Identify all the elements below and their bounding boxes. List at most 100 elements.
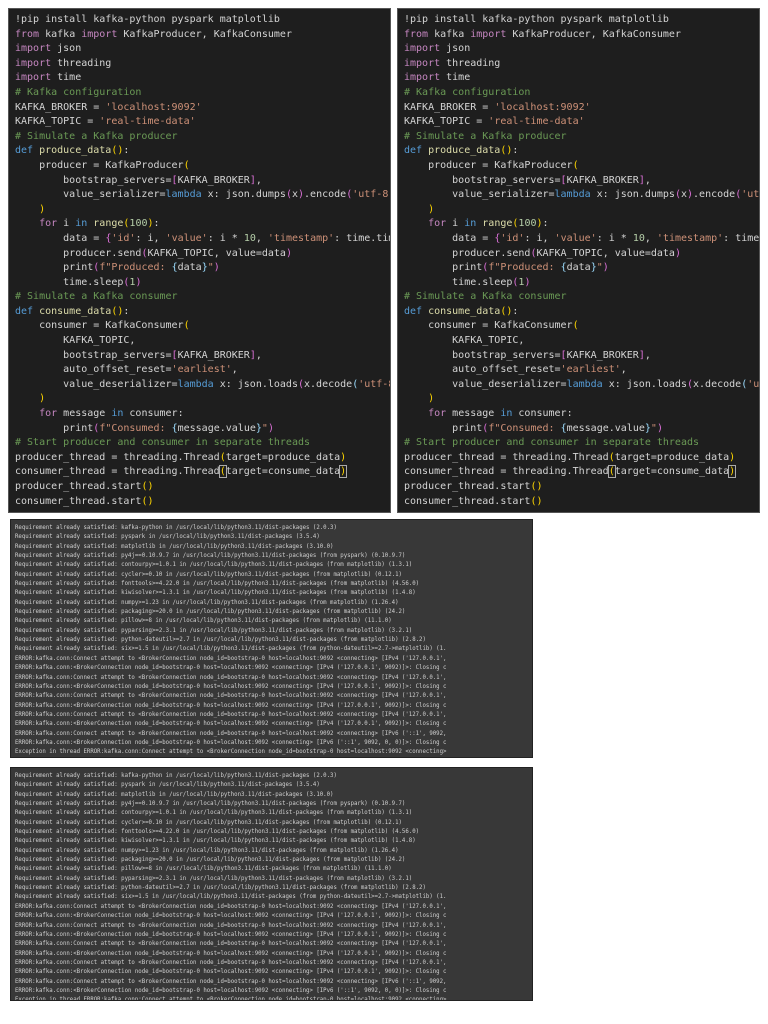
code-line: import time xyxy=(404,71,759,86)
code-cell-2[interactable]: !pip install kafka-python pyspark matplo… xyxy=(397,8,760,513)
code-line: # Simulate a Kafka producer xyxy=(404,130,759,145)
output-line: ERROR:kafka.conn:Connect attempt to <Bro… xyxy=(15,674,447,681)
code-line: producer = KafkaProducer( xyxy=(15,159,390,174)
code-token: : xyxy=(542,218,549,230)
code-line: # Kafka configuration xyxy=(404,86,759,101)
code-token: import xyxy=(15,72,52,84)
code-token: consume_data xyxy=(422,305,501,317)
code-token: ) xyxy=(404,393,435,405)
code-token: consumer_thread.start xyxy=(404,495,531,507)
code-line: ) xyxy=(404,392,759,407)
output-line: Requirement already satisfied: kafka-pyt… xyxy=(15,773,337,779)
code-line: bootstrap_servers=[KAFKA_BROKER], xyxy=(15,349,390,364)
code-line: from kafka import KafkaProducer, KafkaCo… xyxy=(15,28,390,43)
code-token: : xyxy=(153,218,160,230)
code-line: # Simulate a Kafka consumer xyxy=(15,290,390,305)
code-cell-1[interactable]: !pip install kafka-python pyspark matplo… xyxy=(8,8,391,513)
code-line: !pip install kafka-python pyspark matplo… xyxy=(404,13,759,28)
code-token: x: json.dumps xyxy=(201,189,286,201)
code-line: KAFKA_BROKER = 'localhost:9092' xyxy=(15,101,390,116)
code-line: # Kafka configuration xyxy=(15,86,390,101)
code-token: print xyxy=(15,422,94,434)
output-line: ERROR:kafka.conn:<BrokerConnection node_… xyxy=(15,702,447,709)
code-token: ) xyxy=(404,203,435,215)
code-line: ) xyxy=(15,203,390,218)
output-line: Requirement already satisfied: matplotli… xyxy=(15,791,334,798)
output-line: Requirement already satisfied: kiwisolve… xyxy=(15,838,416,845)
code-token: data = xyxy=(15,232,106,244)
code-token: value_serializer= xyxy=(15,189,166,201)
code-token: f"Produced: xyxy=(488,262,561,274)
code-line: ) xyxy=(15,392,390,407)
code-line: data = {'id': i, 'value': i * 10, 'times… xyxy=(404,232,759,247)
code-token: lambda xyxy=(177,378,214,390)
output-line: Requirement already satisfied: contourpy… xyxy=(15,562,413,569)
code-token: : xyxy=(123,145,130,157)
code-line: import threading xyxy=(404,57,759,72)
output-line: Requirement already satisfied: pillow>=8… xyxy=(15,618,392,625)
cell-output-1: Requirement already satisfied: kafka-pyt… xyxy=(10,519,533,758)
code-token: i xyxy=(446,218,465,230)
code-token: message.value xyxy=(566,422,645,434)
code-line: value_deserializer=lambda x: json.loads(… xyxy=(15,378,390,393)
code-line: print(f"Consumed: {message.value}") xyxy=(404,422,759,437)
code-token: x.decode xyxy=(304,378,353,390)
output-line: Requirement already satisfied: cycler>=0… xyxy=(15,571,402,578)
code-token: consumer: xyxy=(512,408,573,420)
code-token: KAFKA_TOPIC = xyxy=(404,116,489,128)
code-line: for i in range(100): xyxy=(15,217,390,232)
output-line: Requirement already satisfied: fonttools… xyxy=(15,829,420,836)
code-token: x: json.dumps xyxy=(590,189,675,201)
code-token: ( xyxy=(572,320,579,332)
code-token: import xyxy=(470,28,507,40)
code-token: value_deserializer= xyxy=(404,378,567,390)
code-token: 'utf-8' xyxy=(741,189,760,201)
output-line: Requirement already satisfied: contourpy… xyxy=(15,810,413,817)
code-token: ) xyxy=(340,451,347,463)
code-token: ) xyxy=(339,465,348,479)
code-token: from xyxy=(15,28,40,40)
code-token: , xyxy=(644,349,651,361)
code-token: () xyxy=(530,495,543,507)
code-token: () xyxy=(111,305,124,317)
output-line: Requirement already satisfied: pyparsing… xyxy=(15,875,413,882)
code-token: 'value' xyxy=(165,232,208,244)
code-token: import xyxy=(15,57,52,69)
code-token: : time.time xyxy=(334,232,390,244)
output-line: Requirement already satisfied: matplotli… xyxy=(15,543,334,550)
code-token: : i, xyxy=(135,232,166,244)
code-token: produce_data xyxy=(33,145,112,157)
code-token: 'real-time-data' xyxy=(99,116,196,128)
code-line: KAFKA_TOPIC, xyxy=(15,334,390,349)
code-token: 100 xyxy=(129,218,148,230)
code-token: : time.time xyxy=(723,232,760,244)
output-line: ERROR:kafka.conn:Connect attempt to <Bro… xyxy=(15,730,447,737)
code-token: consumer_thread.start xyxy=(15,495,142,507)
code-token: 'value' xyxy=(554,232,597,244)
output-line: Requirement already satisfied: python-da… xyxy=(15,637,426,644)
code-token: range xyxy=(87,218,124,230)
code-token: 10 xyxy=(632,232,645,244)
code-token: # Simulate a Kafka consumer xyxy=(404,291,567,303)
output-line: Requirement already satisfied: pillow>=8… xyxy=(15,866,392,873)
output-line: ERROR:kafka.conn:Connect attempt to <Bro… xyxy=(15,959,447,966)
code-token: () xyxy=(530,481,543,492)
code-line: consumer_thread = threading.Thread(targe… xyxy=(15,465,390,480)
code-token: print xyxy=(404,262,483,274)
code-line: for message in consumer: xyxy=(15,407,390,422)
code-token: ) xyxy=(656,422,663,434)
code-token: target=consume_data xyxy=(225,466,341,478)
code-token: .encode xyxy=(693,189,736,201)
code-token: ) xyxy=(729,451,736,463)
code-token: () xyxy=(500,305,513,317)
code-token: f"Consumed: xyxy=(99,422,172,434)
code-line: consumer_thread.start() xyxy=(15,495,390,510)
code-token: message xyxy=(446,408,501,420)
code-line: !pip install kafka-python pyspark matplo… xyxy=(15,13,390,28)
output-line: Requirement already satisfied: kafka-pyt… xyxy=(15,525,337,531)
code-token: time.sleep xyxy=(15,276,124,288)
code-line: producer.send(KAFKA_TOPIC, value=data) xyxy=(15,247,390,262)
code-line: KAFKA_BROKER = 'localhost:9092' xyxy=(404,101,759,116)
code-token: value_serializer= xyxy=(404,189,555,201)
code-token: 'utf-8' xyxy=(747,378,760,390)
